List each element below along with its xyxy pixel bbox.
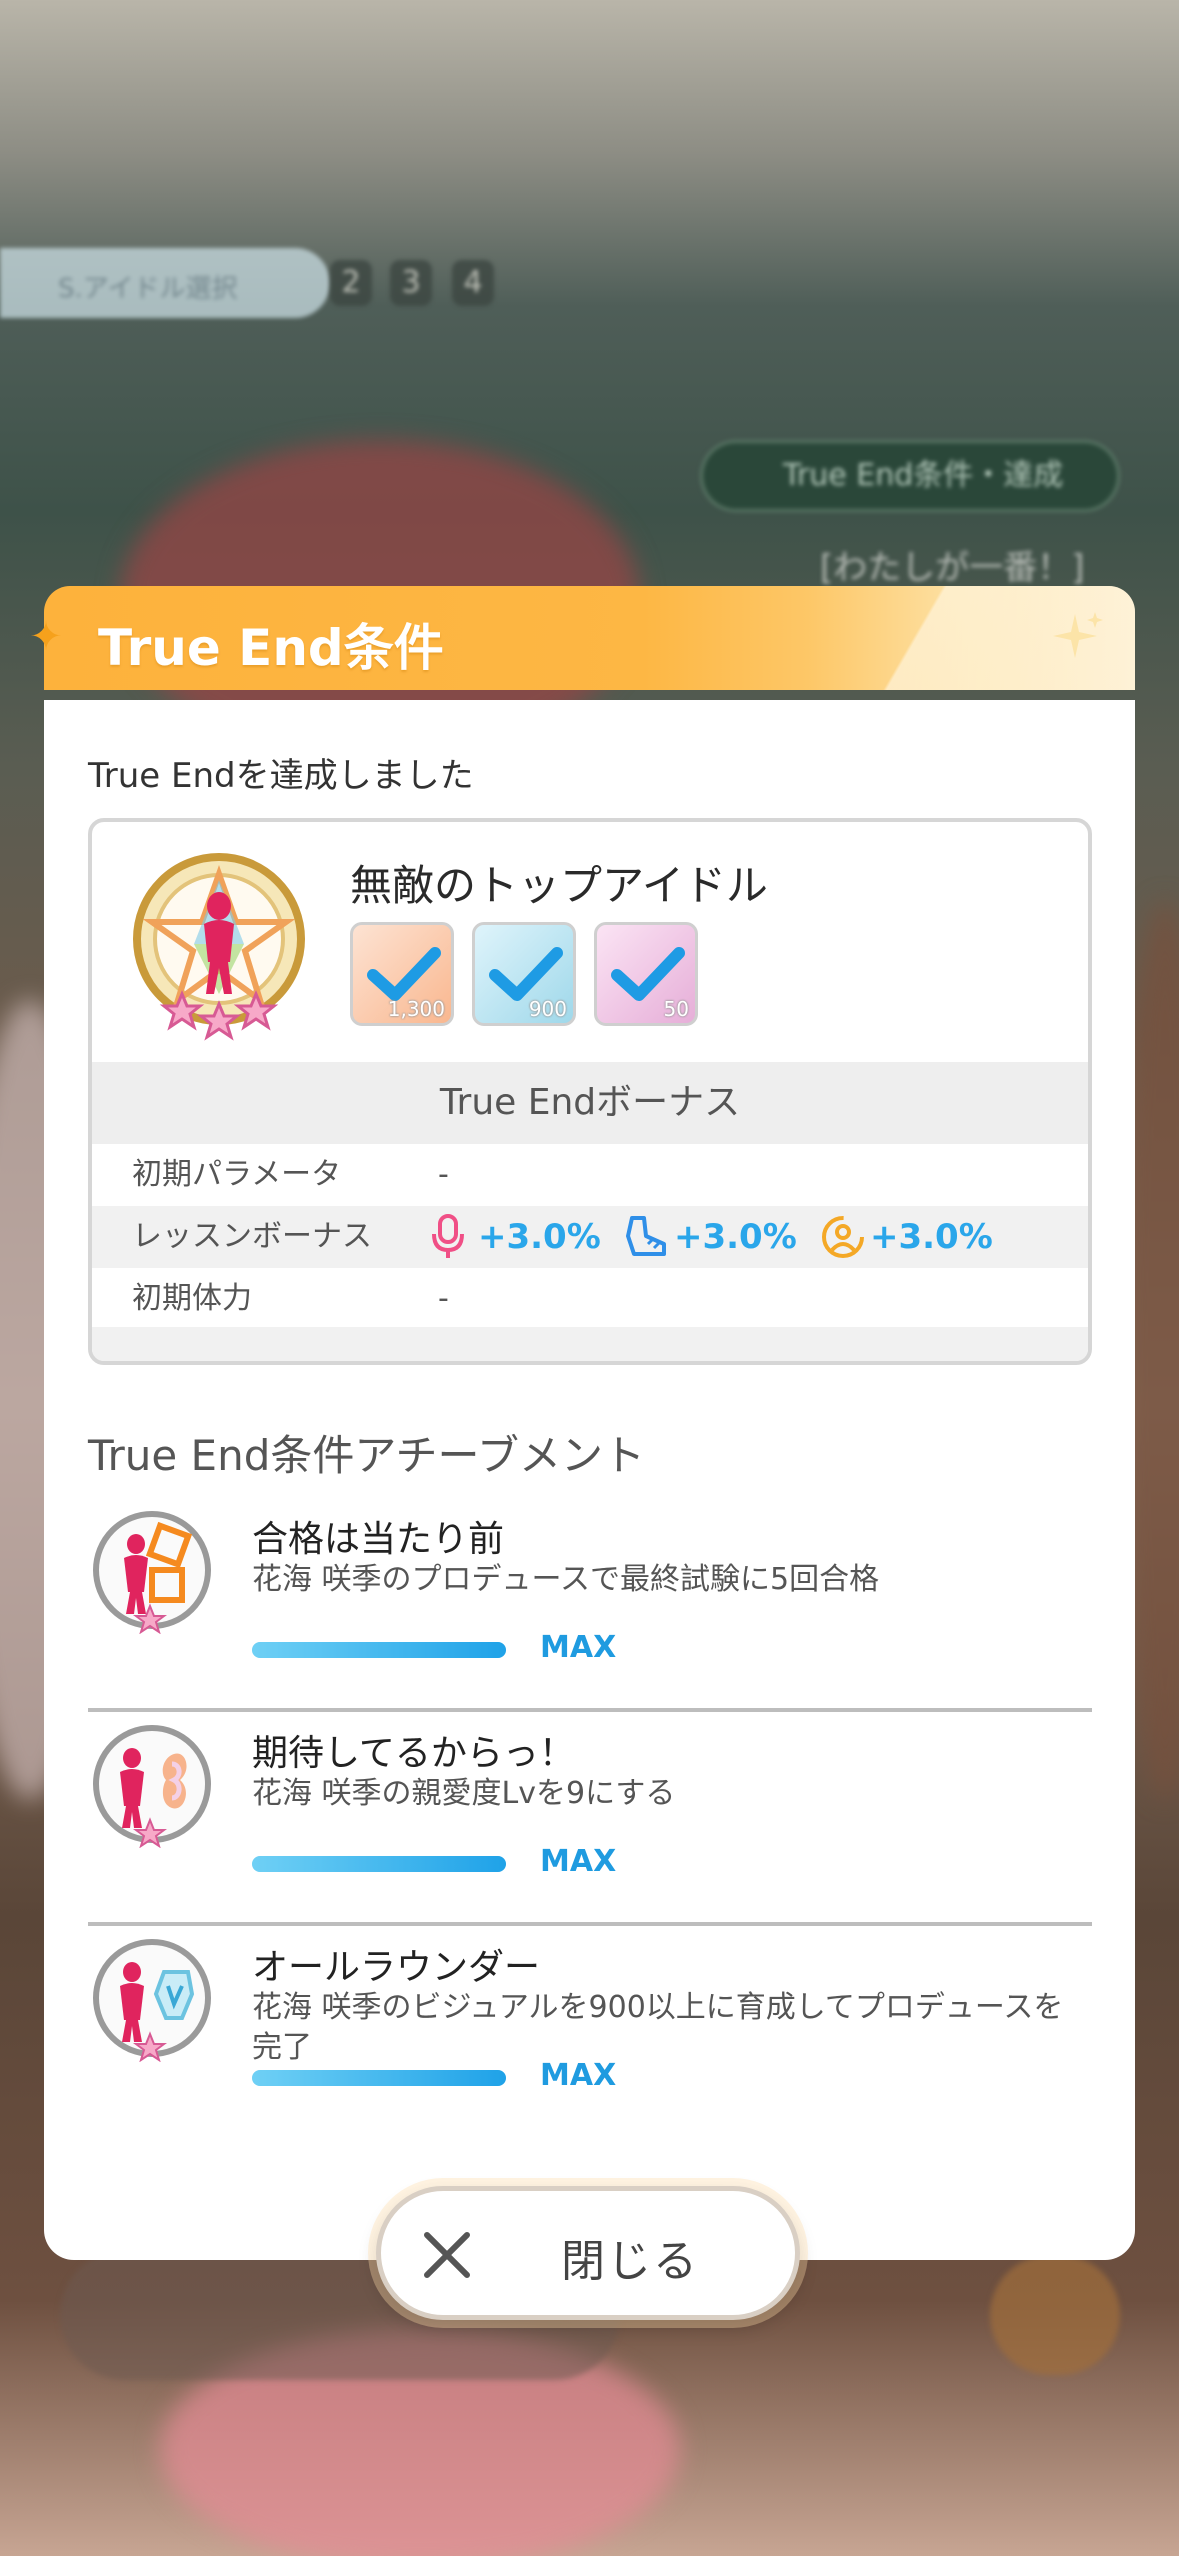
achievement-progress-bar (252, 1856, 506, 1872)
initial-param-row: 初期パラメータ - (92, 1144, 1088, 1206)
achievement-description: 花海 咲季のプロデュースで最終試験に5回合格 (252, 1562, 880, 1597)
vocal-requirement-badge: 1,300 (350, 922, 454, 1026)
vocal-icon (432, 1214, 464, 1258)
close-label: 閉じる (561, 2236, 699, 2287)
achievement-item[interactable]: 合格は当たり前 花海 咲季のプロデュースで最終試験に5回合格 MAX (88, 1498, 1092, 1712)
bg-tab-4: 4 (452, 260, 494, 306)
bg-sub-label: [わたしが一番！] (820, 548, 1085, 588)
bg-idol-select-tab: S.アイドル選択 (0, 248, 330, 318)
bg-tab-2: 2 (330, 260, 372, 306)
achievement-status: MAX (540, 1844, 617, 1879)
achievement-title: オールラウンダー (252, 1947, 541, 1988)
achievement-status: MAX (540, 2058, 617, 2093)
bg-true-end-chip: True End条件・達成 (700, 440, 1120, 512)
idol-emblem-icon (133, 853, 305, 1041)
achievement-progress-bar (252, 1642, 506, 1658)
visual-icon (822, 1216, 864, 1258)
lesson-bonus-row: レッスンボーナス +3.0% +3.0% +3.0% (92, 1206, 1088, 1268)
achievement-title: 期待してるからっ！ (252, 1733, 575, 1774)
sparkle-icon (1053, 612, 1103, 658)
visual-check-icon (611, 947, 685, 1001)
achievement-description: 花海 咲季の親愛度Lvを9にする (252, 1776, 676, 1811)
visual-bonus-value: +3.0% (870, 1217, 993, 1257)
achievement-description: 花海 咲季のビジュアルを900以上に育成してプロデュースを完了 (252, 1990, 1064, 2065)
achievement-status: MAX (540, 1630, 617, 1665)
dance-bonus-value: +3.0% (674, 1217, 797, 1257)
dialog-title: True End条件 (98, 619, 444, 677)
initial-param-value: - (438, 1157, 449, 1192)
dialog-body: True Endを達成しました 無敵のトップアイドル 1,300 900 50 … (44, 700, 1135, 2260)
achievement-progress-fill (252, 1856, 506, 1872)
initial-stamina-row: 初期体力 - (92, 1268, 1088, 1330)
close-button[interactable]: 閉じる (376, 2186, 800, 2320)
initial-param-label: 初期パラメータ (132, 1157, 342, 1192)
header-star-icon: ✦ (29, 614, 63, 660)
card-footer-band (92, 1327, 1088, 1361)
affection-achievement-icon (93, 1725, 211, 1848)
dialog-header: True End条件 (44, 586, 1135, 690)
vocal-requirement-value: 1,300 (387, 997, 445, 1021)
bg-tab-3: 3 (390, 260, 432, 306)
lesson-bonus-label: レッスンボーナス (132, 1219, 372, 1254)
dance-requirement-badge: 900 (472, 922, 576, 1026)
achievement-progress-fill (252, 1642, 506, 1658)
vocal-bonus-value: +3.0% (478, 1217, 601, 1257)
close-icon (424, 2232, 470, 2278)
achievement-progress-bar (252, 2070, 506, 2086)
true-end-result-card: 無敵のトップアイドル 1,300 900 50 True Endボーナス 初期パ… (88, 818, 1092, 1365)
bonus-header: True Endボーナス (92, 1062, 1088, 1144)
visual-requirement-value: 50 (663, 997, 689, 1021)
idol-title: 無敵のトップアイドル (350, 861, 768, 910)
exam-achievement-icon (93, 1511, 211, 1634)
achievements-heading: True End条件アチーブメント (88, 1431, 646, 1480)
achieved-subtitle: True Endを達成しました (88, 756, 474, 796)
visual-achievement-icon (93, 1939, 211, 2062)
initial-stamina-value: - (438, 1281, 449, 1316)
dance-check-icon (489, 947, 563, 1001)
dance-requirement-value: 900 (528, 997, 567, 1021)
dance-icon (626, 1216, 666, 1256)
vocal-check-icon (367, 947, 441, 1001)
achievement-progress-fill (252, 2070, 506, 2086)
achievement-item[interactable]: オールラウンダー 花海 咲季のビジュアルを900以上に育成してプロデュースを完了… (88, 1926, 1092, 2140)
achievement-item[interactable]: 期待してるからっ！ 花海 咲季の親愛度Lvを9にする MAX (88, 1712, 1092, 1926)
initial-stamina-label: 初期体力 (132, 1281, 252, 1316)
bottom-nav-menu-blurred (990, 2255, 1120, 2375)
visual-requirement-badge: 50 (594, 922, 698, 1026)
achievement-title: 合格は当たり前 (252, 1519, 505, 1560)
